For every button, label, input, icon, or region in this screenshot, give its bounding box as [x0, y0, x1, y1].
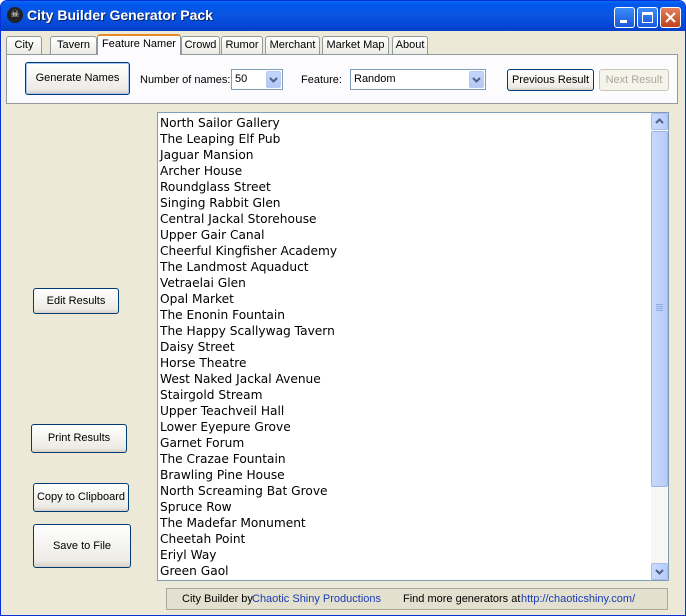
- tab-crowd[interactable]: Crowd: [181, 36, 220, 54]
- previous-result-button[interactable]: Previous Result: [507, 69, 594, 91]
- scroll-up-button[interactable]: [651, 113, 668, 130]
- result-item[interactable]: Central Jackal Storehouse: [160, 211, 337, 227]
- scroll-down-button[interactable]: [651, 563, 668, 580]
- maximize-icon: [642, 12, 653, 23]
- result-item[interactable]: Stairgold Stream: [160, 387, 337, 403]
- results-list: North Sailor Gallery The Leaping Elf Pub J…: [160, 115, 337, 579]
- chevron-up-icon: [655, 118, 664, 124]
- app-skull-icon[interactable]: ☠: [7, 7, 23, 23]
- result-item[interactable]: Opal Market: [160, 291, 337, 307]
- tab-city[interactable]: City: [6, 36, 42, 54]
- company-link[interactable]: Chaotic Shiny Productions: [252, 593, 381, 605]
- minimize-icon: [620, 20, 627, 23]
- result-item[interactable]: North Screaming Bat Grove: [160, 483, 337, 499]
- result-item[interactable]: Upper Teachveil Hall: [160, 403, 337, 419]
- result-item[interactable]: The Crazae Fountain: [160, 451, 337, 467]
- result-item[interactable]: Horse Theatre: [160, 355, 337, 371]
- result-item[interactable]: Roundglass Street: [160, 179, 337, 195]
- result-item[interactable]: The Enonin Fountain: [160, 307, 337, 323]
- credit-prefix: City Builder by: [182, 593, 253, 605]
- result-item[interactable]: The Happy Scallywag Tavern: [160, 323, 337, 339]
- result-item[interactable]: The Landmost Aquaduct: [160, 259, 337, 275]
- count-value: 50: [235, 73, 248, 85]
- print-results-button[interactable]: Print Results: [31, 424, 127, 453]
- tab-merchant[interactable]: Merchant: [265, 36, 320, 54]
- tab-feature-namer[interactable]: Feature Namer: [97, 34, 181, 55]
- result-item[interactable]: Spruce Row: [160, 499, 337, 515]
- result-item[interactable]: Cheerful Kingfisher Academy: [160, 243, 337, 259]
- maximize-button[interactable]: [637, 7, 658, 28]
- feature-select[interactable]: Random: [350, 69, 486, 90]
- result-item[interactable]: Archer House: [160, 163, 337, 179]
- result-item[interactable]: Vetraelai Glen: [160, 275, 337, 291]
- chevron-down-icon[interactable]: [469, 71, 484, 88]
- tab-market-map[interactable]: Market Map: [322, 36, 389, 54]
- feature-value: Random: [354, 73, 396, 85]
- tab-tavern[interactable]: Tavern: [50, 36, 97, 54]
- feature-label: Feature:: [301, 74, 342, 86]
- result-item[interactable]: Singing Rabbit Glen: [160, 195, 337, 211]
- vertical-scrollbar[interactable]: [651, 113, 668, 580]
- result-item[interactable]: Eriyl Way: [160, 547, 337, 563]
- result-item[interactable]: Green Gaol: [160, 563, 337, 579]
- chevron-down-icon: [655, 569, 664, 575]
- website-link[interactable]: http://chaoticshiny.com/: [521, 593, 635, 605]
- result-item[interactable]: Brawling Pine House: [160, 467, 337, 483]
- app-window: ☠ City Builder Generator Pack City Taver…: [0, 0, 686, 616]
- scroll-thumb[interactable]: [651, 131, 668, 487]
- results-listbox[interactable]: North Sailor Gallery The Leaping Elf Pub J…: [157, 112, 669, 581]
- toolbar-panel: Generate Names Number of names: 50 Featu…: [6, 54, 678, 104]
- result-item[interactable]: West Naked Jackal Avenue: [160, 371, 337, 387]
- result-item[interactable]: North Sailor Gallery: [160, 115, 337, 131]
- close-icon: [665, 12, 676, 23]
- generate-names-button[interactable]: Generate Names: [25, 62, 130, 95]
- count-select[interactable]: 50: [231, 69, 283, 90]
- result-item[interactable]: Garnet Forum: [160, 435, 337, 451]
- tab-rumor[interactable]: Rumor: [221, 36, 263, 54]
- count-label: Number of names:: [140, 74, 231, 86]
- result-item[interactable]: Jaguar Mansion: [160, 147, 337, 163]
- result-item[interactable]: The Leaping Elf Pub: [160, 131, 337, 147]
- save-to-file-button[interactable]: Save to File: [33, 524, 131, 568]
- status-bar: City Builder by Chaotic Shiny Production…: [166, 588, 668, 610]
- result-item[interactable]: Cheetah Point: [160, 531, 337, 547]
- more-generators-text: Find more generators at: [403, 593, 521, 605]
- result-item[interactable]: Upper Gair Canal: [160, 227, 337, 243]
- copy-to-clipboard-button[interactable]: Copy to Clipboard: [33, 483, 129, 512]
- chevron-down-icon[interactable]: [266, 71, 281, 88]
- close-button[interactable]: [660, 7, 681, 28]
- tab-about[interactable]: About: [392, 36, 428, 54]
- result-item[interactable]: The Madefar Monument: [160, 515, 337, 531]
- title-bar[interactable]: ☠ City Builder Generator Pack: [1, 1, 685, 31]
- window-title: City Builder Generator Pack: [27, 7, 213, 23]
- result-item[interactable]: Lower Eyepure Grove: [160, 419, 337, 435]
- minimize-button[interactable]: [614, 7, 635, 28]
- result-item[interactable]: Daisy Street: [160, 339, 337, 355]
- next-result-button[interactable]: Next Result: [599, 69, 669, 91]
- edit-results-button[interactable]: Edit Results: [33, 288, 119, 314]
